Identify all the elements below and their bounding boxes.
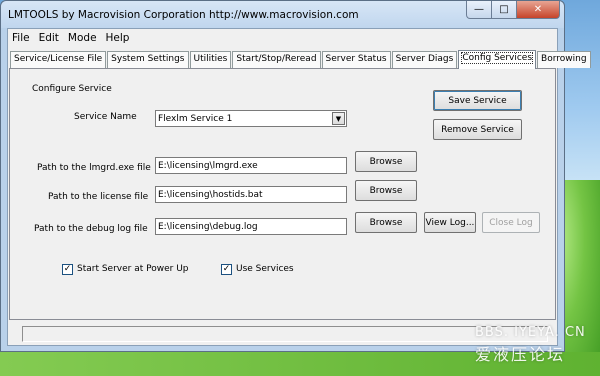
- use-services-checkbox[interactable]: ✓ Use Services: [221, 262, 294, 276]
- service-name-label: Service Name: [74, 112, 137, 122]
- window-title: LMTOOLS by Macrovision Corporation http:…: [8, 9, 359, 21]
- watermark-line-2: 爱液压论坛: [475, 345, 566, 364]
- title-bar[interactable]: LMTOOLS by Macrovision Corporation http:…: [1, 1, 564, 28]
- menu-bar: File Edit Mode Help: [8, 29, 557, 47]
- lmtools-window: LMTOOLS by Macrovision Corporation http:…: [0, 0, 591, 352]
- tab-server-status[interactable]: Server Status: [321, 51, 391, 68]
- tab-service-license-file[interactable]: Service/License File: [10, 51, 107, 68]
- start-at-power-up-label: Start Server at Power Up: [77, 264, 189, 274]
- checkmark-icon: ✓: [62, 263, 73, 275]
- save-service-button[interactable]: Save Service: [433, 90, 522, 111]
- status-bar: [22, 326, 548, 342]
- view-log-button[interactable]: View Log...: [424, 212, 476, 233]
- license-path-input[interactable]: E:\licensing\hostids.bat: [155, 186, 347, 203]
- caption-buttons: — □ ✕: [466, 1, 560, 20]
- browse-lmgrd-button[interactable]: Browse: [355, 151, 417, 172]
- debug-log-path-label: Path to the debug log file: [34, 224, 148, 234]
- configure-service-heading: Configure Service: [32, 84, 112, 94]
- license-path-label: Path to the license file: [48, 192, 149, 202]
- remove-service-button[interactable]: Remove Service: [433, 119, 522, 140]
- config-services-panel: Configure Service Service Name Flexlm Se…: [9, 68, 556, 320]
- watermark: BBS. IYEYA. CN 爱液压论坛: [475, 325, 600, 375]
- client-area: File Edit Mode Help Service/License File…: [7, 28, 591, 346]
- tab-start-stop-reread[interactable]: Start/Stop/Reread: [232, 51, 321, 68]
- tab-borrowing[interactable]: Borrowing: [537, 51, 591, 68]
- close-icon: ✕: [533, 4, 543, 15]
- debug-log-path-input[interactable]: E:\licensing\debug.log: [155, 218, 347, 235]
- tab-config-services[interactable]: Config Services: [458, 50, 537, 69]
- menu-edit[interactable]: Edit: [35, 29, 64, 47]
- checkmark-icon: ✓: [221, 263, 232, 275]
- watermark-line-1: BBS. IYEYA. CN: [475, 325, 586, 340]
- close-button[interactable]: ✕: [517, 1, 560, 19]
- menu-mode[interactable]: Mode: [64, 29, 102, 47]
- lmgrd-path-input[interactable]: E:\licensing\lmgrd.exe: [155, 157, 347, 174]
- tab-utilities[interactable]: Utilities: [189, 51, 232, 68]
- dropdown-arrow-icon[interactable]: ▼: [332, 112, 345, 125]
- close-log-button[interactable]: Close Log: [482, 212, 540, 233]
- lmgrd-path-label: Path to the lmgrd.exe file: [37, 163, 151, 173]
- browse-debug-log-button[interactable]: Browse: [355, 212, 417, 233]
- maximize-icon: □: [499, 4, 509, 15]
- tab-system-settings[interactable]: System Settings: [107, 51, 189, 68]
- minimize-button[interactable]: —: [466, 1, 492, 19]
- service-name-value: Flexlm Service 1: [158, 114, 233, 124]
- browse-license-button[interactable]: Browse: [355, 180, 417, 201]
- menu-file[interactable]: File: [8, 29, 35, 47]
- use-services-label: Use Services: [236, 264, 294, 274]
- menu-help[interactable]: Help: [102, 29, 135, 47]
- tab-strip: Service/License File System Settings Uti…: [10, 49, 592, 69]
- start-at-power-up-checkbox[interactable]: ✓ Start Server at Power Up: [62, 262, 189, 276]
- maximize-button[interactable]: □: [492, 1, 517, 19]
- service-name-combobox[interactable]: Flexlm Service 1 ▼: [155, 110, 347, 127]
- tab-server-diags[interactable]: Server Diags: [391, 51, 458, 68]
- minimize-icon: —: [474, 4, 484, 15]
